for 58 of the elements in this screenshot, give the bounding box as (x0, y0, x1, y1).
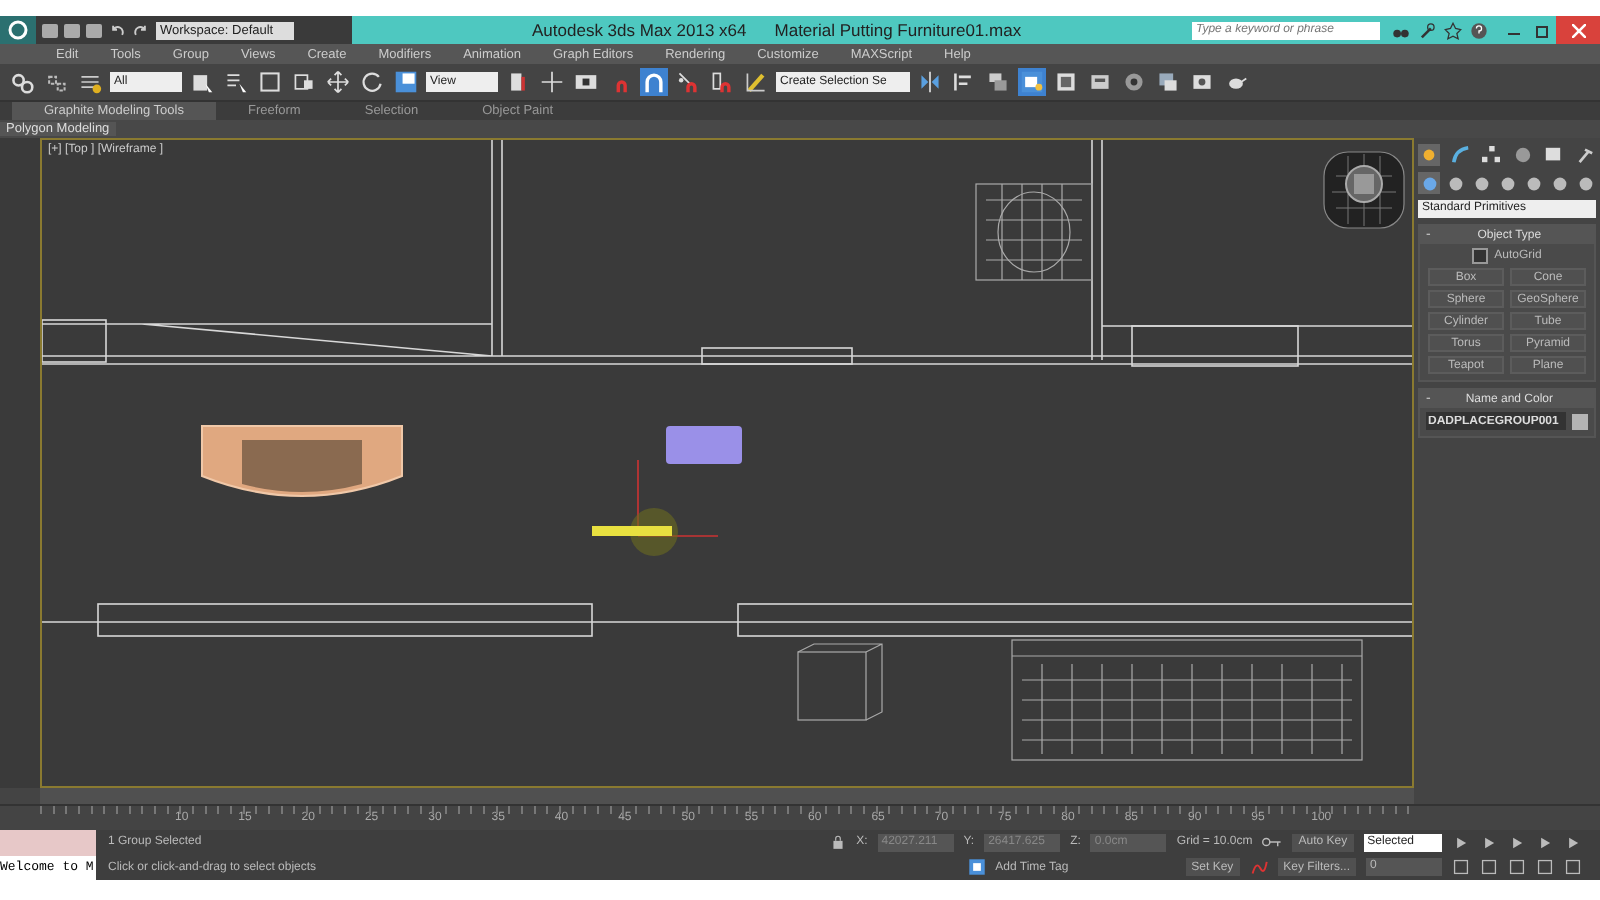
rotate-icon (360, 70, 384, 94)
close-button[interactable] (1556, 16, 1600, 44)
toolbar-button[interactable] (290, 68, 318, 96)
list-icon (224, 70, 248, 94)
toolbar-button[interactable] (392, 68, 420, 96)
wrench-icon (1418, 21, 1436, 39)
toolbar-button[interactable] (8, 68, 36, 96)
toolbar-button[interactable] (984, 68, 1013, 96)
disc-tab-icon[interactable] (1511, 144, 1534, 166)
percent-icon (676, 70, 700, 94)
align-icon (952, 70, 977, 94)
layers-icon (986, 70, 1011, 94)
chain-icon (44, 70, 68, 94)
link-icon (10, 70, 34, 94)
redo-icon (132, 21, 150, 39)
curve-tab-icon[interactable] (1449, 144, 1472, 166)
app-title: Autodesk 3ds Max 2013 x64 (532, 20, 747, 40)
toolbar-button[interactable] (674, 68, 702, 96)
play-icon (1508, 833, 1526, 852)
toolbar-button[interactable] (538, 68, 566, 96)
pivot-icon (506, 70, 530, 94)
select-icon (190, 70, 214, 94)
scale-icon (394, 70, 418, 94)
color-swatch[interactable] (1572, 413, 1588, 429)
angle-snap-icon (642, 70, 666, 94)
autogrid-checkbox[interactable] (1472, 248, 1489, 264)
monitor-tab-icon[interactable] (1542, 144, 1565, 166)
file-name: Material Putting Furniture01.max (774, 20, 1022, 40)
help-icon (1470, 21, 1488, 39)
gear-icon (1122, 70, 1147, 94)
axis-icon (540, 70, 564, 94)
restore-icon (1535, 23, 1549, 37)
toolbar-button[interactable] (358, 68, 386, 96)
time-tag-icon (967, 858, 986, 877)
key-curve-icon (1249, 858, 1268, 877)
toolbar-button[interactable] (256, 68, 284, 96)
open-file-icon[interactable] (64, 23, 80, 37)
hierarchy-tab-icon[interactable] (1480, 144, 1503, 166)
save-icon[interactable] (86, 23, 102, 37)
view-cube[interactable] (1320, 148, 1408, 232)
toolbar-button[interactable] (916, 68, 945, 96)
rectangle-icon (258, 70, 282, 94)
toolbar-button[interactable] (742, 68, 770, 96)
sun-tab-icon[interactable] (1418, 144, 1440, 166)
hammer-tab-icon[interactable] (1573, 144, 1596, 166)
toolbar-button[interactable] (324, 68, 352, 96)
close-icon (1571, 23, 1585, 37)
window-icon (292, 70, 316, 94)
lock-icon (830, 834, 847, 851)
new-file-icon[interactable] (42, 23, 58, 37)
mirror-icon (918, 70, 943, 94)
move-icon (326, 70, 350, 94)
star-icon (1444, 21, 1462, 39)
pencil-icon (744, 70, 768, 94)
toolbar-button[interactable] (222, 68, 250, 96)
time-slider-track[interactable] (40, 788, 1414, 804)
app-logo-icon[interactable] (0, 16, 36, 44)
undo-icon (108, 21, 126, 39)
